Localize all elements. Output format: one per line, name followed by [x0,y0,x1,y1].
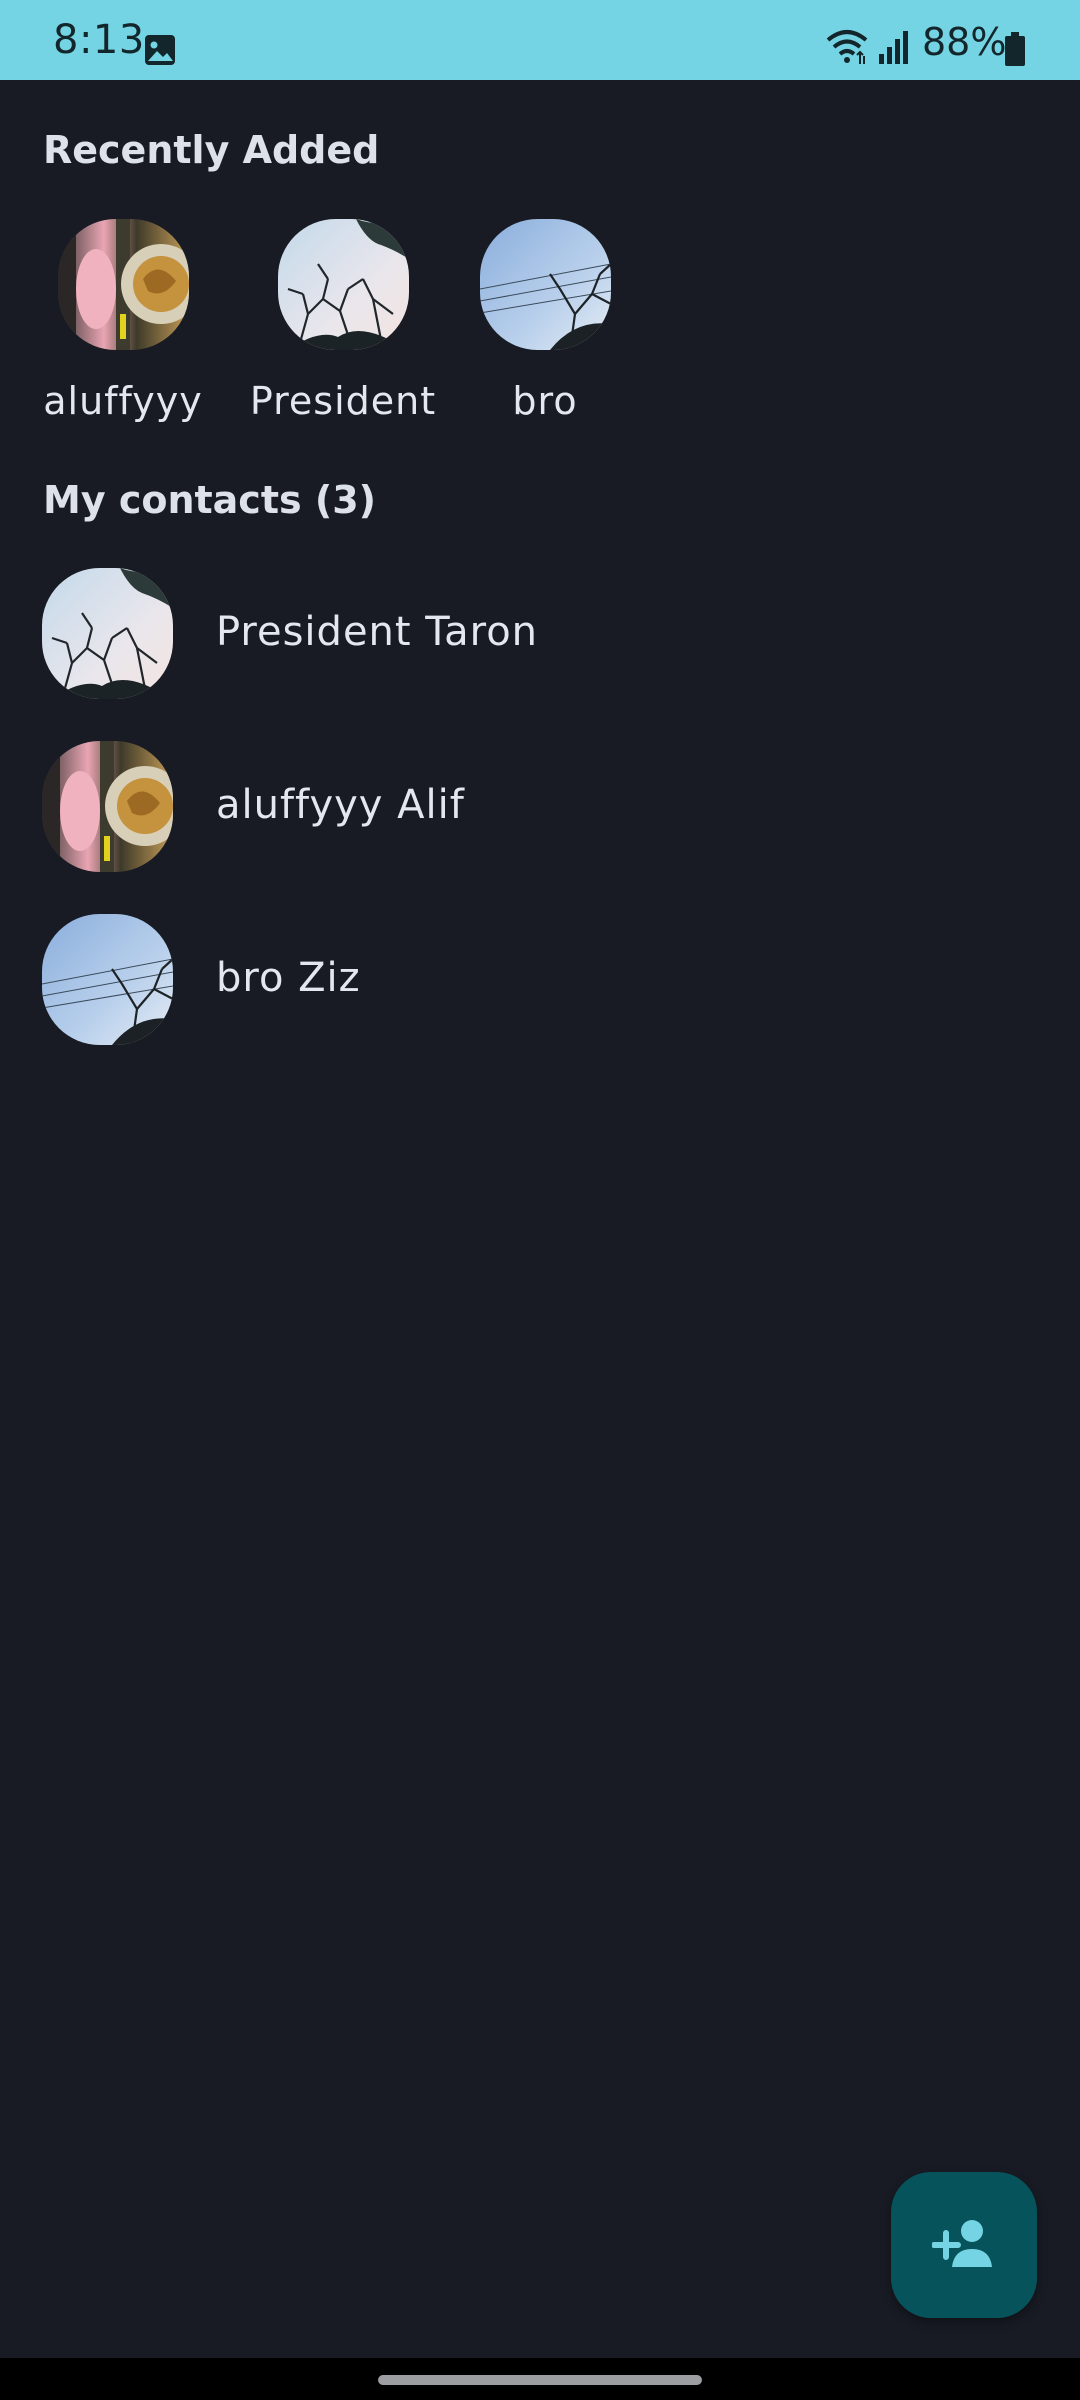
contact-row[interactable]: President Taron [0,568,1080,718]
my-contacts-header: My contacts (3) [43,478,377,522]
avatar[interactable] [278,219,409,350]
recent-contact-label: aluffyyy [43,379,203,423]
signal-icon [879,31,908,64]
recently-added-header: Recently Added [43,128,380,172]
status-time: 8:13 [53,17,145,63]
contact-row[interactable]: aluffyyy Alif [0,741,1080,891]
add-person-icon [932,2217,996,2273]
battery-percentage: 88% [922,20,1007,64]
add-contact-button[interactable] [891,2172,1037,2318]
recent-contact-label: bro [512,379,578,423]
avatar[interactable] [42,568,173,699]
battery-icon [1005,32,1025,66]
status-bar: 8:13 88% [0,0,1080,80]
avatar[interactable] [42,741,173,872]
home-indicator[interactable] [378,2375,702,2385]
avatar[interactable] [58,219,189,350]
recent-contact-president[interactable]: President [243,219,443,434]
contact-name: bro Ziz [216,955,361,1001]
wifi-icon [826,30,868,64]
gallery-icon [145,35,175,65]
contact-name: aluffyyy Alif [216,782,465,828]
recent-contact-bro[interactable]: bro [445,219,645,434]
navigation-bar [0,2358,1080,2400]
recent-contact-label: President [249,379,437,423]
recent-contact-aluffyyy[interactable]: aluffyyy [23,219,223,434]
avatar[interactable] [42,914,173,1045]
contact-name: President Taron [216,609,539,655]
avatar[interactable] [480,219,611,350]
contact-row[interactable]: bro Ziz [0,914,1080,1064]
